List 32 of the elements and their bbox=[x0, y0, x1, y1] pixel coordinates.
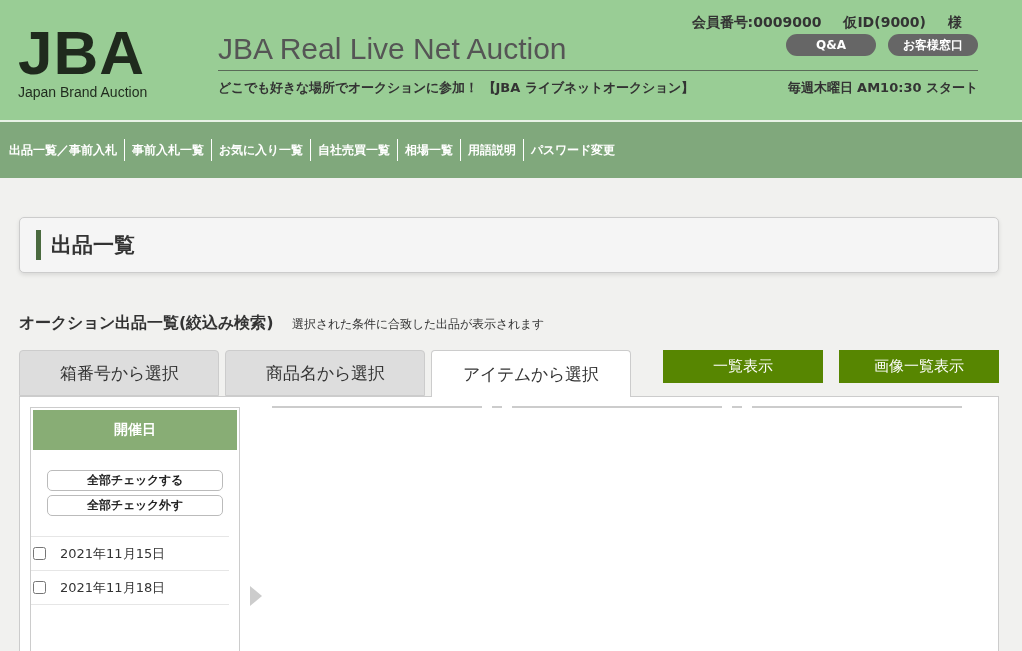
date-label: 2021年11月15日 bbox=[60, 544, 166, 563]
tab[interactable]: 箱番号から選択 bbox=[19, 350, 219, 396]
nav-link[interactable]: お気に入り一覧 bbox=[211, 139, 310, 161]
schedule: 毎週木曜日 AM10:30 スタート bbox=[787, 79, 978, 97]
nav-link[interactable]: パスワード変更 bbox=[523, 139, 622, 161]
date-label: 2021年11月18日 bbox=[60, 578, 166, 597]
nav-link[interactable]: 自社売買一覧 bbox=[310, 139, 397, 161]
nav-link[interactable]: 相場一覧 bbox=[397, 139, 460, 161]
logo: JBA bbox=[18, 22, 146, 84]
header-button[interactable]: Q&A bbox=[786, 34, 876, 56]
tab[interactable]: 商品名から選択 bbox=[225, 350, 425, 396]
nav-link[interactable]: 事前入札一覧 bbox=[124, 139, 211, 161]
section-note: 選択された条件に合致した出品が表示されます bbox=[291, 316, 544, 333]
nav-link[interactable]: 出品一覧／事前入札 bbox=[2, 139, 124, 161]
tab[interactable]: アイテムから選択 bbox=[431, 350, 631, 397]
logo-tagline: Japan Brand Auction bbox=[18, 84, 148, 100]
header-button[interactable]: お客様窓口 bbox=[888, 34, 978, 56]
check-all-button[interactable]: 全部チェックする bbox=[47, 470, 223, 491]
view-button[interactable]: 画像一覧表示 bbox=[839, 350, 999, 383]
temp-id: 仮ID(9000) bbox=[843, 14, 926, 32]
check-all-button[interactable]: 全部チェック外す bbox=[47, 495, 223, 516]
site-title: JBA Real Live Net Auction bbox=[218, 32, 567, 66]
view-button[interactable]: 一覧表示 bbox=[663, 350, 823, 383]
member-number: 会員番号:0009000 bbox=[691, 14, 822, 32]
nav-link[interactable]: 用語説明 bbox=[460, 139, 523, 161]
page-title: 出品一覧 bbox=[36, 230, 135, 260]
honorific: 様 bbox=[948, 14, 962, 32]
section-title: オークション出品一覧(絞込み検索) bbox=[19, 313, 274, 334]
catchphrase: どこでも好きな場所でオークションに参加！ 【JBA ライブネットオークション】 bbox=[218, 79, 694, 97]
date-checkbox[interactable] bbox=[33, 547, 46, 560]
date-checkbox[interactable] bbox=[33, 581, 46, 594]
sidebar-heading: 開催日 bbox=[33, 410, 237, 450]
